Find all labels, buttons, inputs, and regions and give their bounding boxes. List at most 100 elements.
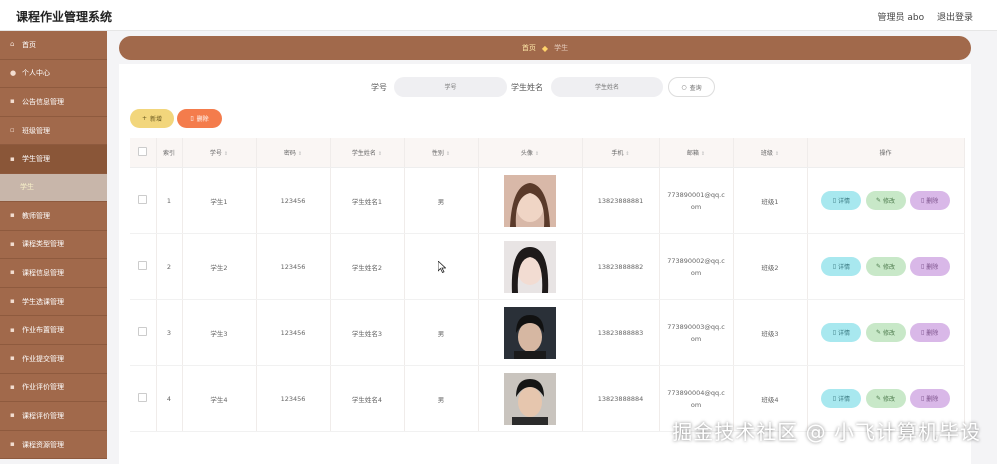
sort-icon: ⇕ [445, 151, 451, 157]
sidebar-item-label: 公告信息管理 [22, 97, 64, 106]
breadcrumb-home[interactable]: 首页 [522, 43, 536, 53]
cell-password: 123456 [256, 167, 331, 234]
cell-password: 123456 [256, 233, 331, 300]
breadcrumb-current: 学生 [554, 44, 569, 52]
cell-avatar [478, 233, 583, 300]
cell-email: 773890001@qq.c om [659, 167, 734, 234]
sidebar-item-rating[interactable]: ▪ 课程评价管理 [0, 402, 107, 431]
sidebar-item-teacher[interactable]: ▪ 教师管理 [0, 202, 107, 231]
col-name[interactable]: 学生姓名 ⇕ [330, 138, 405, 168]
col-gender[interactable]: 性别 ⇕ [404, 138, 479, 168]
sidebar-subitem-student[interactable]: 学生 [0, 173, 107, 202]
avatar [504, 372, 556, 425]
sidebar-item-label: 作业提交管理 [22, 354, 64, 363]
logout-link[interactable]: 退出登录 [937, 13, 973, 23]
batch-delete-button[interactable]: ▯ 删除 [177, 109, 222, 128]
course-type-icon: ▪ [10, 239, 15, 248]
search-no-label: 学号 [371, 83, 387, 92]
cell-index: 1 [156, 167, 183, 234]
sidebar-item-select-course[interactable]: ▪ 学生选课管理 [0, 288, 107, 317]
sidebar-item-assign[interactable]: ▪ 作业布置管理 [0, 316, 107, 345]
student-table: 索引 学号 ⇕ 密码 ⇕ 学生姓名 ⇕ 性别 ⇕ 头像 ⇕ 手机 ⇕ 邮箱 ⇕ 班级 ⇕ 操作 … [130, 138, 965, 432]
main-content: 首页 ◆ 学生 学号 学生姓名 ○ 查询 + 新增 ▯ 删除 [107, 31, 997, 464]
add-button[interactable]: + 新增 [130, 109, 174, 128]
cell-gender: 男 [404, 365, 479, 432]
cell-name: 学生姓名2 [330, 233, 405, 300]
notice-icon: ▪ [10, 97, 15, 106]
detail-button[interactable]: ▯ 详情 [821, 257, 862, 276]
document-icon: ▯ [832, 197, 837, 204]
edit-button[interactable]: ✎ 修改 [865, 323, 906, 342]
sidebar-item-course-type[interactable]: ▪ 课程类型管理 [0, 231, 107, 260]
row-checkbox[interactable] [130, 167, 157, 234]
col-phone[interactable]: 手机 ⇕ [582, 138, 660, 168]
cell-class: 班级3 [733, 299, 808, 366]
sidebar-item-submit[interactable]: ▪ 作业提交管理 [0, 345, 107, 374]
select-all-checkbox[interactable] [130, 138, 157, 168]
search-name-input[interactable] [551, 77, 663, 97]
sort-icon: ⇕ [534, 151, 540, 157]
search-no-input[interactable] [394, 77, 507, 97]
search-icon: ○ [681, 83, 687, 91]
table-row: 2 学生2 123456 学生姓名2 13823888882 773890002… [130, 233, 965, 300]
delete-button[interactable]: ▯ 删除 [909, 191, 950, 210]
cell-phone: 13823888884 [582, 365, 660, 432]
sidebar-item-resource[interactable]: ▪ 课程资源管理 [0, 431, 107, 460]
delete-button[interactable]: ▯ 删除 [909, 389, 950, 408]
detail-button[interactable]: ▯ 详情 [821, 389, 862, 408]
cell-password: 123456 [256, 365, 331, 432]
sidebar-item-label: 学生选课管理 [22, 297, 64, 306]
trash-icon: ▯ [920, 263, 925, 270]
avatar [504, 174, 556, 227]
document-icon: ▯ [832, 395, 837, 402]
pencil-icon: ✎ [876, 263, 882, 270]
col-email[interactable]: 邮箱 ⇕ [659, 138, 734, 168]
cell-name: 学生姓名3 [330, 299, 405, 366]
row-checkbox[interactable] [130, 365, 157, 432]
col-avatar[interactable]: 头像 ⇕ [478, 138, 583, 168]
breadcrumb-separator-icon: ◆ [541, 43, 549, 53]
cell-actions: ▯ 详情 ✎ 修改 ▯ 删除 [807, 233, 965, 300]
pencil-icon: ✎ [876, 329, 882, 336]
sidebar-item-class[interactable]: ▫ 班级管理 [0, 117, 107, 146]
row-checkbox[interactable] [130, 299, 157, 366]
sidebar-item-profile[interactable]: ● 个人中心 [0, 60, 107, 89]
row-checkbox[interactable] [130, 233, 157, 300]
cell-email: 773890003@qq.c om [659, 299, 734, 366]
edit-button[interactable]: ✎ 修改 [865, 257, 906, 276]
sidebar-item-student[interactable]: ▪ 学生管理 [0, 145, 107, 174]
cell-class: 班级2 [733, 233, 808, 300]
delete-button[interactable]: ▯ 删除 [909, 257, 950, 276]
student-icon: ▪ [10, 154, 15, 163]
delete-button[interactable]: ▯ 删除 [909, 323, 950, 342]
search-button[interactable]: ○ 查询 [668, 77, 715, 97]
mouse-cursor-icon [438, 261, 446, 273]
user-icon: ● [10, 68, 17, 77]
table-header-row: 索引 学号 ⇕ 密码 ⇕ 学生姓名 ⇕ 性别 ⇕ 头像 ⇕ 手机 ⇕ 邮箱 ⇕ 班级 ⇕ 操作 [130, 138, 965, 168]
cell-avatar [478, 167, 583, 234]
col-student-no[interactable]: 学号 ⇕ [182, 138, 257, 168]
sort-icon: ⇕ [297, 151, 303, 157]
cell-index: 4 [156, 365, 183, 432]
sidebar-item-course[interactable]: ▪ 课程信息管理 [0, 259, 107, 288]
cell-student-no: 学生2 [182, 233, 257, 300]
assign-icon: ▪ [10, 325, 15, 334]
sidebar-item-review[interactable]: ▪ 作业评价管理 [0, 374, 107, 403]
cell-student-no: 学生3 [182, 299, 257, 366]
sidebar-item-label: 作业评价管理 [22, 383, 64, 392]
cell-index: 2 [156, 233, 183, 300]
detail-button[interactable]: ▯ 详情 [821, 191, 862, 210]
cell-avatar [478, 299, 583, 366]
col-actions: 操作 [807, 138, 965, 168]
edit-button[interactable]: ✎ 修改 [865, 389, 906, 408]
detail-button[interactable]: ▯ 详情 [821, 323, 862, 342]
col-class[interactable]: 班级 ⇕ [733, 138, 808, 168]
search-bar: 学号 学生姓名 ○ 查询 [119, 77, 971, 97]
teacher-icon: ▪ [10, 211, 15, 220]
sidebar-item-notice[interactable]: ▪ 公告信息管理 [0, 88, 107, 117]
sidebar-item-home[interactable]: ⌂ 首页 [0, 31, 107, 60]
content-panel: 学号 学生姓名 ○ 查询 + 新增 ▯ 删除 [119, 64, 971, 464]
trash-icon: ▯ [920, 197, 925, 204]
col-password[interactable]: 密码 ⇕ [256, 138, 331, 168]
edit-button[interactable]: ✎ 修改 [865, 191, 906, 210]
